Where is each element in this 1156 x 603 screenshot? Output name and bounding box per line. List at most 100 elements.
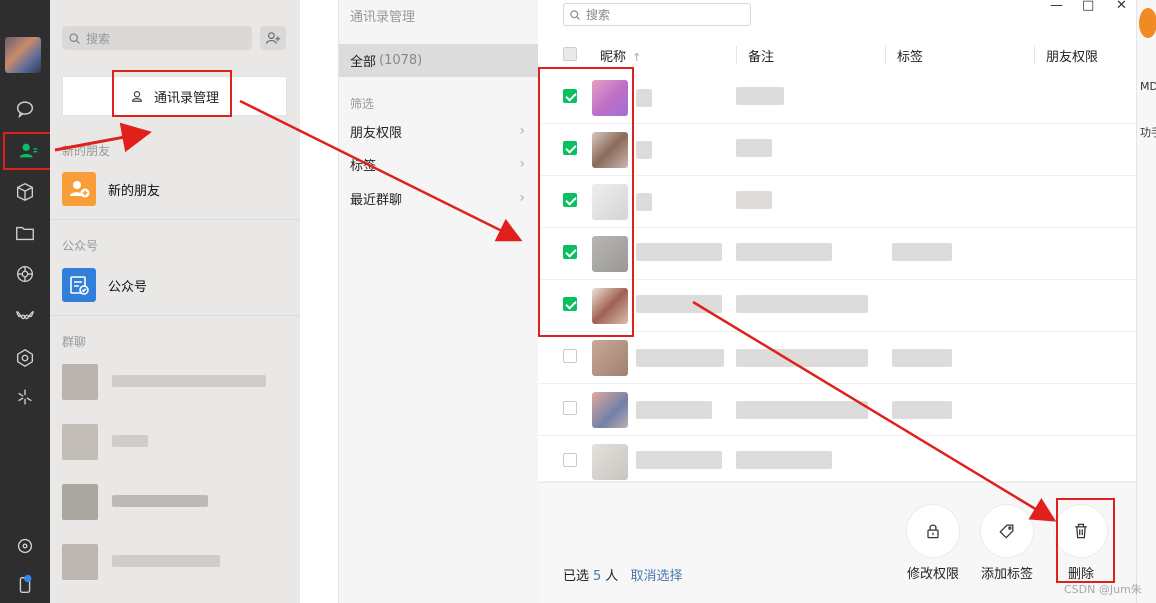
add-tag-label: 添加标签 — [980, 567, 1033, 582]
column-tags[interactable]: 标签 — [897, 46, 923, 65]
table-search-input[interactable]: 搜索 — [563, 3, 751, 26]
app-logo-icon — [1139, 8, 1156, 38]
close-button[interactable]: ✕ — [1116, 0, 1127, 13]
tag-icon — [981, 505, 1033, 557]
filter-all[interactable]: 全部 (1078) — [339, 44, 539, 77]
blurred-text — [736, 349, 868, 367]
blurred-text — [736, 87, 784, 105]
contact-avatar — [592, 444, 628, 480]
search-placeholder: 搜索 — [86, 31, 111, 46]
blurred-text — [636, 349, 724, 367]
menu-icon[interactable] — [0, 567, 50, 603]
contacts-table-panel: 搜索 — □ ✕ 昵称 ↑ 备注 标签 朋友权限 已选 5 人 取消选择 修改权… — [538, 0, 1136, 603]
table-row[interactable] — [538, 332, 1136, 384]
filter-all-label: 全部 — [350, 55, 377, 70]
selected-count: 5 — [593, 569, 602, 584]
cancel-selection-link[interactable]: 取消选择 — [630, 569, 682, 584]
blurred-text — [636, 401, 712, 419]
row-checkbox[interactable] — [563, 401, 577, 415]
filter-friend-permission[interactable]: 朋友权限 › — [350, 121, 525, 141]
avatar[interactable] — [5, 37, 41, 73]
row-checkbox[interactable] — [563, 453, 577, 467]
channels-icon[interactable] — [0, 299, 50, 335]
maximize-button[interactable]: □ — [1082, 0, 1094, 13]
section-label-official: 公众号 — [62, 239, 99, 253]
blurred-text — [736, 243, 832, 261]
contact-avatar — [592, 392, 628, 428]
watermark: CSDN @Jum朱 — [1064, 583, 1142, 596]
delete-highlight — [1056, 498, 1115, 583]
table-row[interactable] — [538, 384, 1136, 436]
add-user-icon — [266, 32, 281, 44]
blurred-text — [736, 191, 772, 209]
contact-avatar — [592, 340, 628, 376]
new-friends-icon — [62, 172, 96, 206]
row-checkbox[interactable] — [563, 349, 577, 363]
contacts-search-input[interactable]: 搜索 — [62, 26, 252, 50]
contacts-manager-button[interactable]: 通讯录管理 — [62, 70, 287, 117]
blurred-text — [636, 193, 652, 211]
lock-icon — [907, 505, 959, 557]
column-permission[interactable]: 朋友权限 — [1046, 46, 1098, 65]
nav-sidebar — [0, 0, 53, 603]
filter-recent-groups[interactable]: 最近群聊 › — [350, 188, 525, 208]
section-label-groups: 群聊 — [62, 335, 87, 349]
search-icon — [69, 32, 80, 44]
group-chat-item[interactable] — [62, 424, 292, 460]
blurred-text — [636, 243, 722, 261]
moments-icon[interactable] — [0, 256, 50, 292]
column-divider — [1034, 46, 1035, 64]
column-remark[interactable]: 备注 — [748, 46, 774, 65]
contacts-list-panel: 搜索 通讯录管理 新的朋友 新的朋友 公众号 公众号 群聊 — [50, 0, 300, 603]
chevron-right-icon: › — [519, 156, 525, 172]
wechat-window: 搜索 通讯录管理 新的朋友 新的朋友 公众号 公众号 群聊 通讯录管理 全部 (… — [0, 0, 1156, 603]
folder-icon[interactable] — [0, 215, 50, 251]
column-label: 昵称 — [600, 50, 627, 65]
group-chat-item[interactable] — [62, 364, 292, 400]
divider — [50, 315, 300, 316]
column-divider — [736, 46, 737, 64]
edit-permission-label: 修改权限 — [906, 567, 959, 582]
blurred-text — [636, 451, 722, 469]
edit-permission-button[interactable]: 修改权限 — [903, 505, 963, 582]
blurred-text — [736, 295, 868, 313]
group-chat-item[interactable] — [62, 544, 292, 580]
section-label-new-friends: 新的朋友 — [62, 144, 111, 158]
official-accounts-item[interactable]: 公众号 — [50, 257, 300, 313]
selection-footer: 已选 5 人 取消选择 修改权限 添加标签 删除 — [538, 482, 1136, 603]
column-nickname[interactable]: 昵称 ↑ — [600, 46, 641, 65]
selection-summary: 已选 5 人 取消选择 — [563, 565, 682, 584]
chevron-right-icon: › — [519, 190, 525, 206]
filter-item-label: 标签 — [350, 158, 377, 174]
manager-title: 通讯录管理 — [350, 10, 416, 25]
official-accounts-label: 公众号 — [108, 279, 148, 295]
blurred-text — [736, 451, 832, 469]
chat-icon[interactable] — [0, 91, 50, 127]
group-chat-item[interactable] — [62, 484, 292, 520]
divider — [50, 219, 300, 220]
select-all-checkbox[interactable] — [563, 47, 577, 61]
selected-unit: 人 — [605, 569, 619, 584]
filter-all-count: (1078) — [379, 53, 423, 68]
add-friend-button[interactable] — [260, 26, 286, 50]
sort-arrow-icon: ↑ — [632, 51, 642, 64]
blurred-text — [736, 401, 868, 419]
topstories-icon[interactable] — [0, 379, 50, 415]
filter-tags[interactable]: 标签 › — [350, 154, 525, 174]
blurred-text — [636, 89, 652, 107]
blurred-text — [892, 401, 952, 419]
filter-item-label: 最近群聊 — [350, 192, 403, 208]
blurred-text — [892, 243, 952, 261]
add-tag-button[interactable]: 添加标签 — [977, 505, 1037, 582]
new-friends-item[interactable]: 新的朋友 — [50, 161, 300, 217]
miniprogram-box-icon[interactable] — [0, 174, 50, 210]
column-divider — [885, 46, 886, 64]
contacts-icon[interactable] — [3, 132, 53, 170]
filter-heading: 筛选 — [350, 97, 375, 111]
filter-item-label: 朋友权限 — [350, 125, 403, 141]
search-feature-icon[interactable] — [0, 340, 50, 376]
table-row[interactable] — [538, 436, 1136, 482]
minimize-button[interactable]: — — [1050, 0, 1063, 13]
phone-icon[interactable] — [0, 528, 50, 564]
table-search-placeholder: 搜索 — [586, 8, 611, 22]
